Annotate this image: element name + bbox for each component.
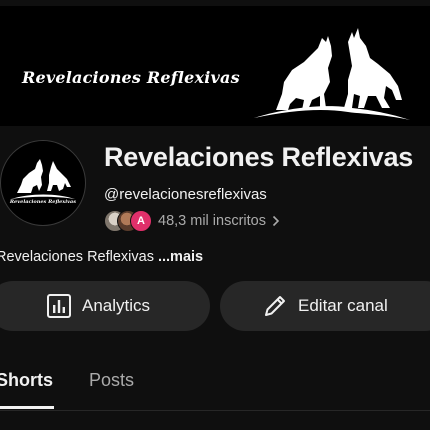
subscriber-count: 48,3 mil inscritos — [158, 213, 266, 229]
selected-tab-indicator — [0, 406, 54, 409]
analytics-label: Analytics — [82, 296, 151, 315]
channel-banner[interactable]: Revelaciones Reflexivas — [0, 6, 430, 126]
howling-wolves-icon: Revelaciones Reflexivas — [9, 159, 76, 205]
edit-channel-label: Editar canal — [298, 296, 388, 315]
pencil-icon — [262, 293, 288, 319]
channel-tabs: Shorts Posts — [0, 358, 430, 411]
channel-avatar[interactable]: Revelaciones Reflexivas — [0, 140, 86, 226]
tab-shorts[interactable]: Shorts — [0, 370, 53, 391]
chevron-right-icon — [272, 215, 280, 227]
edit-channel-button[interactable]: Editar canal — [220, 281, 430, 331]
channel-handle: @revelacionesreflexivas — [104, 186, 267, 203]
avatar-text: Revelaciones Reflexivas — [9, 199, 76, 205]
description-text: Revelaciones Reflexivas — [0, 249, 154, 265]
channel-description[interactable]: Revelaciones Reflexivas ...mais — [0, 249, 203, 265]
tab-posts[interactable]: Posts — [89, 370, 134, 391]
more-link[interactable]: ...mais — [158, 249, 203, 265]
channel-page: Revelaciones Reflexivas Revelaciones Ref… — [0, 0, 430, 430]
banner-title: Revelaciones Reflexivas — [22, 68, 240, 87]
subscribers-row[interactable]: A 48,3 mil inscritos — [104, 209, 280, 233]
howling-wolves-icon — [254, 28, 410, 120]
subscriber-avatar: A — [130, 210, 152, 232]
channel-name: Revelaciones Reflexivas — [104, 142, 414, 172]
subscriber-avatars: A — [104, 210, 152, 232]
analytics-button[interactable]: Analytics — [0, 281, 210, 331]
bar-chart-icon — [46, 293, 72, 319]
